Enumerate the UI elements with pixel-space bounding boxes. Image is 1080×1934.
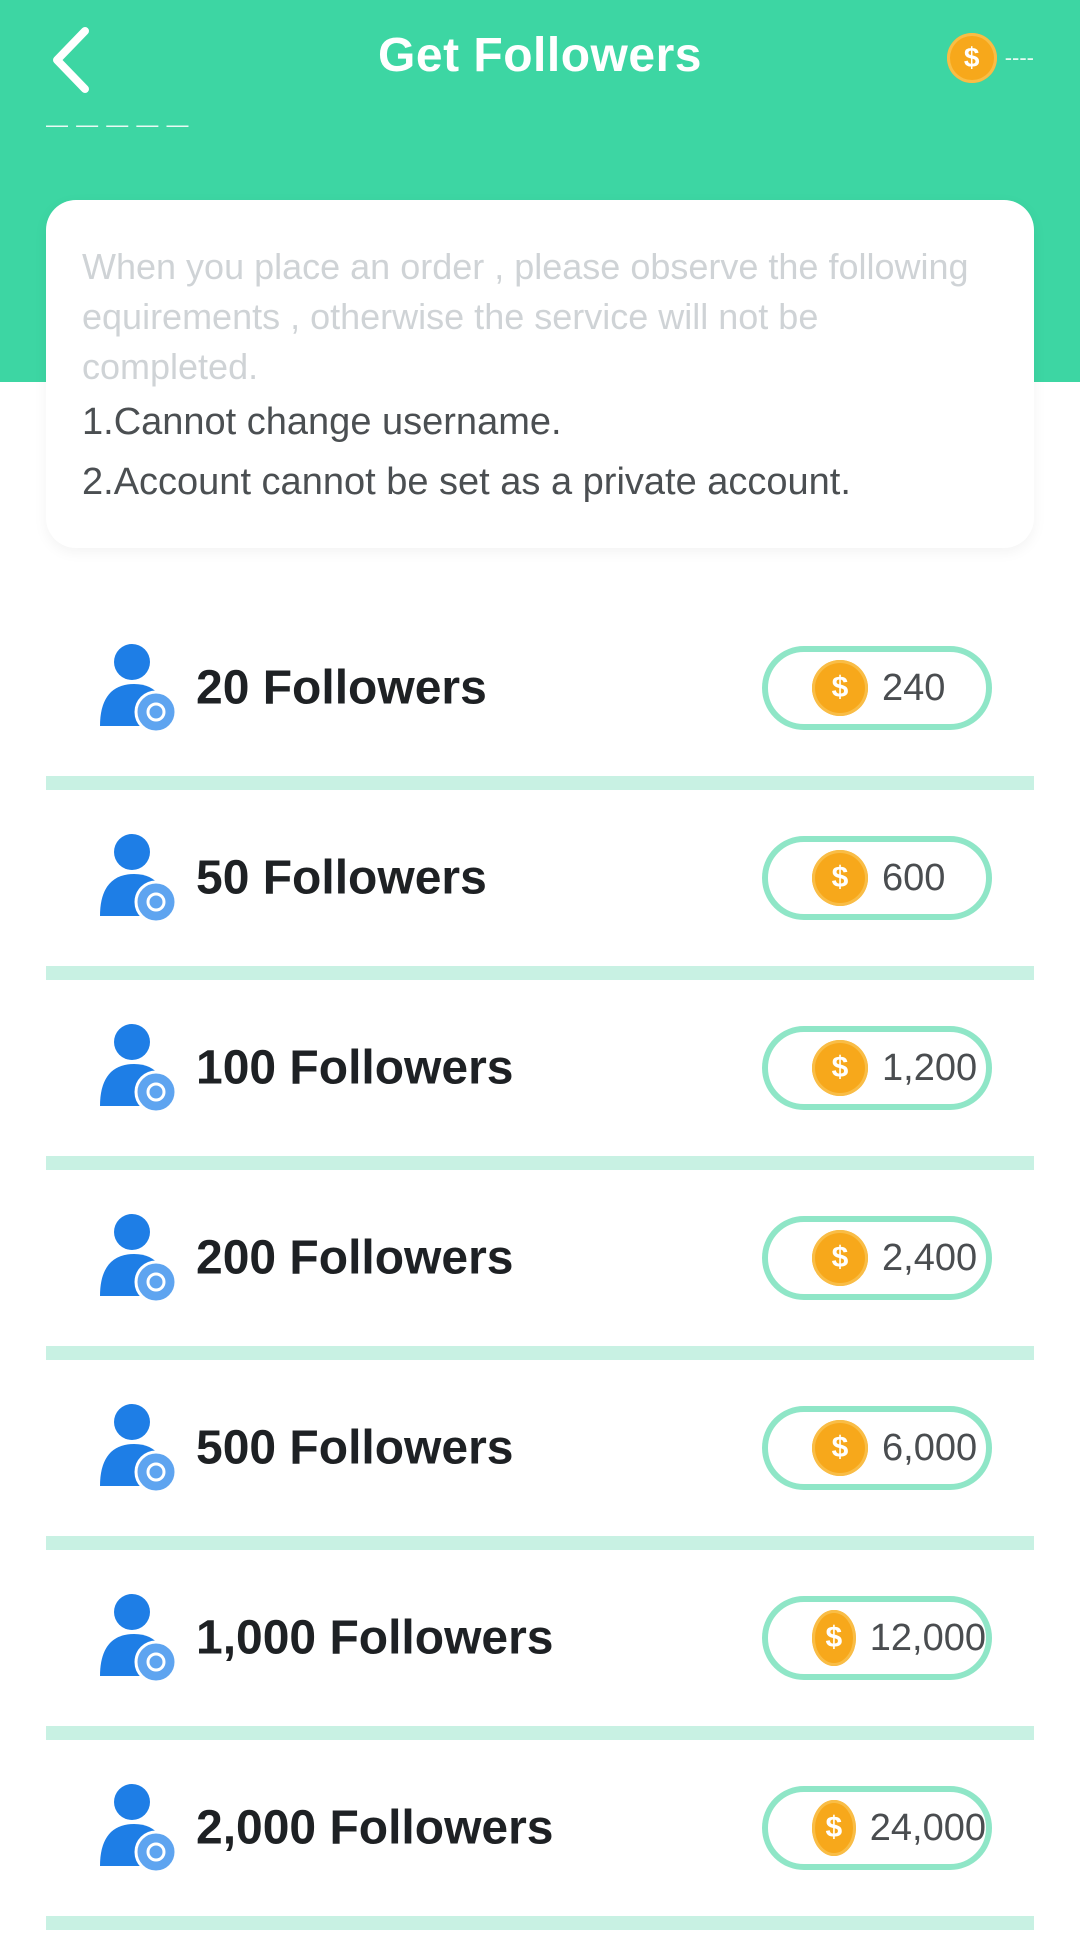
price-button[interactable]: $ 240 [762,646,992,730]
requirements-intro: When you place an order , please observe… [82,246,969,387]
price-button[interactable]: $ 6,000 [762,1406,992,1490]
price-button[interactable]: $ 2,400 [762,1216,992,1300]
package-row-5[interactable]: 500 Followers $ 6,000 [46,1360,1034,1550]
coin-icon: $ [812,1040,868,1096]
order-requirements-card: When you place an order , please observe… [46,200,1034,548]
coin-icon: $ [946,33,997,83]
package-row-3[interactable]: 100 Followers $ 1,200 [46,980,1034,1170]
requirement-rule-1: 1.Cannot change username. [82,401,562,443]
user-follower-icon [100,1404,178,1494]
price-button[interactable]: $ 600 [762,836,992,920]
package-label: 500 Followers [196,1421,514,1475]
package-label: 100 Followers [196,1041,514,1095]
user-follower-icon [100,1784,178,1874]
package-price: 2,400 [882,1236,978,1279]
package-label: 20 Followers [196,661,487,715]
package-price: 6,000 [882,1426,978,1469]
package-price: 12,000 [869,1616,986,1659]
coin-icon: $ [812,660,868,716]
price-button[interactable]: $ 12,000 [762,1596,992,1680]
package-price: 24,000 [869,1806,986,1849]
user-follower-icon [100,644,178,734]
package-label: 50 Followers [196,851,487,905]
price-button[interactable]: $ 24,000 [762,1786,992,1870]
package-price: 240 [882,666,946,709]
coin-balance[interactable]: $ ---- [946,30,1034,86]
coin-icon: $ [812,1610,856,1666]
user-follower-icon [100,1024,178,1114]
coin-icon: $ [812,1230,868,1286]
balance-value: ---- [1004,45,1034,70]
user-follower-icon [100,1594,178,1684]
package-label: 2,000 Followers [196,1801,554,1855]
package-price: 600 [882,856,946,899]
requirement-rule-2: 2.Account cannot be set as a private acc… [82,461,851,503]
coin-icon: $ [812,1420,868,1476]
package-row-1[interactable]: 20 Followers $ 240 [46,600,1034,790]
package-row-2[interactable]: 50 Followers $ 600 [46,790,1034,980]
user-follower-icon [100,1214,178,1304]
page-title: Get Followers [378,29,702,82]
package-price: 1,200 [882,1046,978,1089]
package-row-6[interactable]: 1,000 Followers $ 12,000 [46,1550,1034,1740]
coin-icon: $ [812,850,868,906]
coin-icon: $ [812,1800,856,1856]
package-row-7[interactable]: 2,000 Followers $ 24,000 [46,1740,1034,1930]
package-label: 200 Followers [196,1231,514,1285]
follower-package-list: 20 Followers $ 240 50 Followers $ 600 10… [46,600,1034,1930]
header-subtitle: — — — — — [46,112,190,137]
price-button[interactable]: $ 1,200 [762,1026,992,1110]
package-label: 1,000 Followers [196,1611,554,1665]
user-follower-icon [100,834,178,924]
package-row-4[interactable]: 200 Followers $ 2,400 [46,1170,1034,1360]
top-bar: Get Followers $ ---- [0,0,1080,120]
